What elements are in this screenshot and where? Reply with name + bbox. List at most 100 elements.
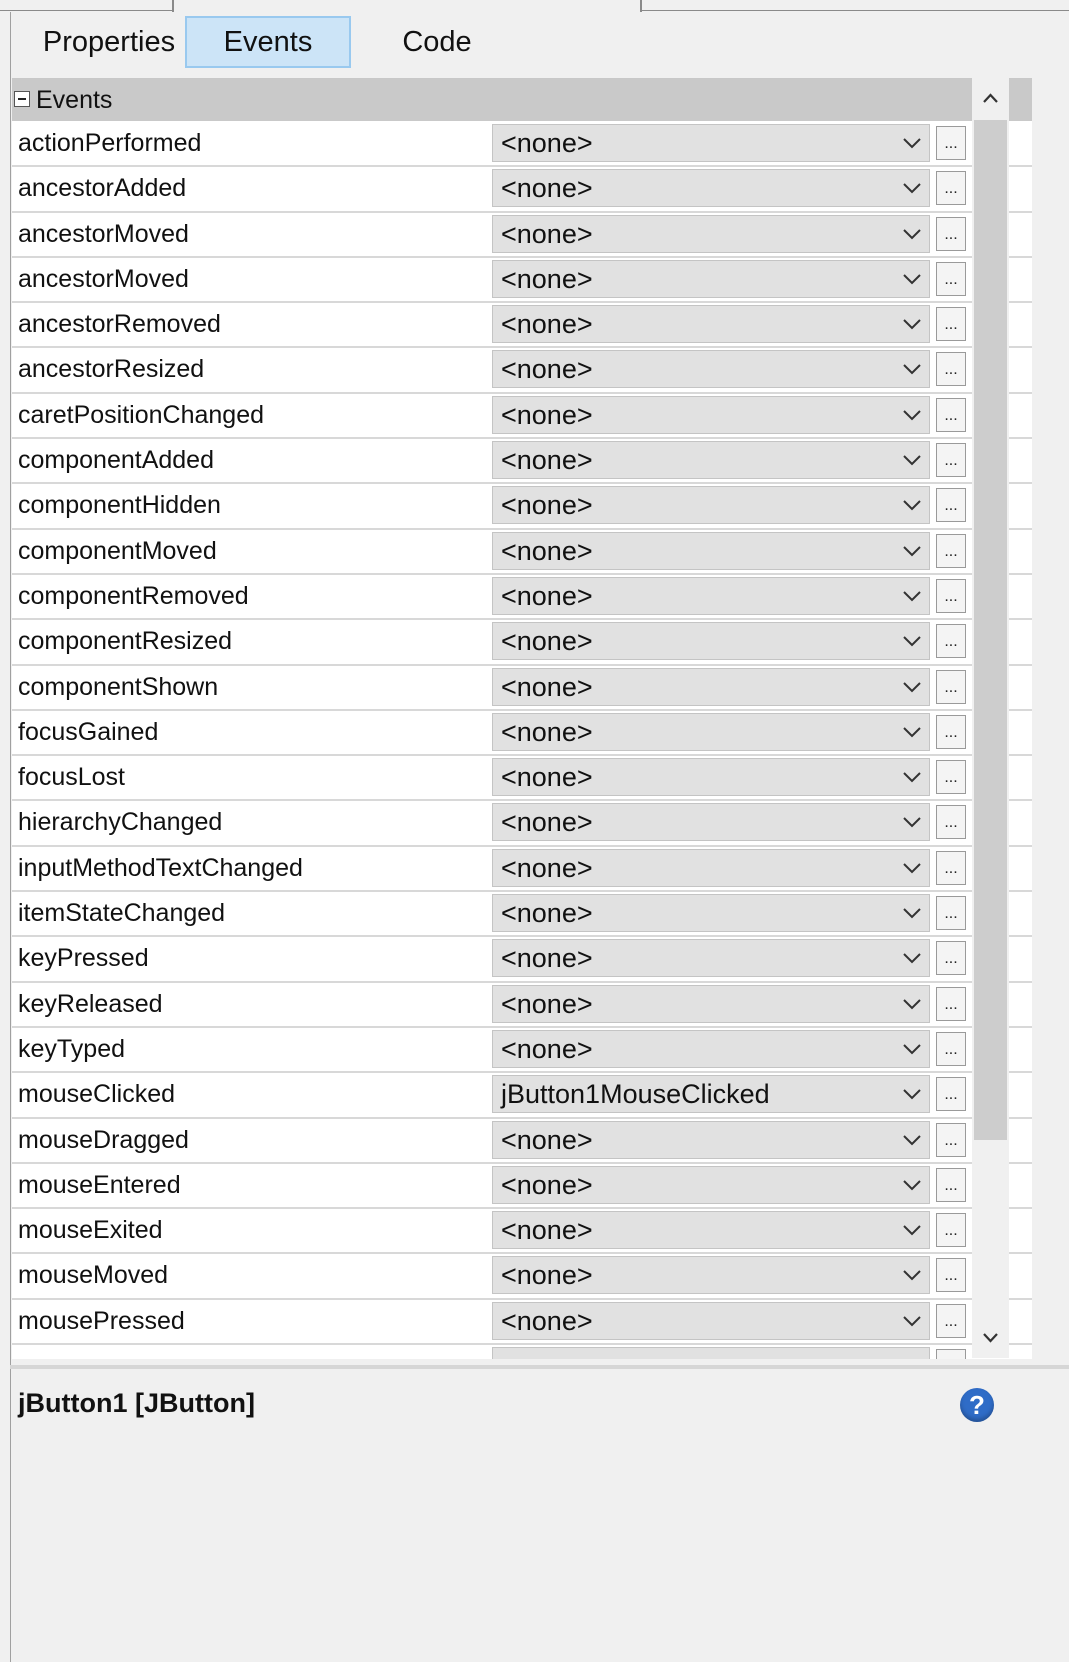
event-row[interactable]: componentMoved <none>... [12,529,1032,575]
handler-combo[interactable]: <none> [492,1301,930,1340]
tab-events[interactable]: Events [185,16,351,68]
ellipsis-button[interactable]: ... [936,397,966,432]
handler-combo[interactable]: <none> [492,124,930,162]
handler-combo[interactable]: <none> [492,1256,930,1295]
chevron-down-icon[interactable] [901,224,923,244]
chevron-down-icon[interactable] [901,1175,923,1195]
ellipsis-button[interactable]: ... [936,1031,966,1066]
handler-combo[interactable]: <none> [492,441,930,480]
ellipsis-button[interactable]: ... [936,126,966,160]
chevron-down-icon[interactable] [901,1039,923,1059]
ellipsis-button[interactable]: ... [936,896,966,931]
handler-combo[interactable]: <none> [492,758,930,797]
handler-combo[interactable]: <none> [492,531,930,570]
event-row[interactable]: mousePressed <none>... [12,1299,1032,1346]
event-row[interactable]: ancestorRemoved <none>... [12,303,1032,349]
chevron-down-icon[interactable] [901,994,923,1014]
handler-combo[interactable]: <none> [492,305,930,344]
event-row[interactable]: inputMethodTextChanged <none>... [12,846,1032,893]
chevron-down-icon[interactable] [901,495,923,515]
ellipsis-button[interactable]: ... [936,714,966,749]
ellipsis-button[interactable]: ... [936,760,966,795]
ellipsis-button[interactable]: ... [936,216,966,251]
ellipsis-button[interactable]: ... [936,669,966,704]
event-row[interactable]: mouseExited <none>... [12,1209,1032,1255]
chevron-down-icon[interactable] [901,314,923,334]
chevron-down-icon[interactable] [901,541,923,561]
scroll-up-button[interactable] [972,78,1009,118]
chevron-down-icon[interactable] [901,1084,923,1104]
handler-combo[interactable]: <none> [492,712,930,751]
event-row[interactable]: ancestorMoved <none>... [12,257,1032,304]
chevron-down-icon[interactable] [901,858,923,878]
ellipsis-button[interactable]: ... [936,578,966,613]
event-row[interactable]: focusLost <none>... [12,756,1032,802]
chevron-down-icon[interactable] [901,722,923,742]
handler-combo[interactable]: <none> [492,576,930,615]
handler-combo[interactable]: <none> [492,486,930,525]
ellipsis-button[interactable]: ... [936,533,966,568]
ellipsis-button[interactable]: ... [936,850,966,885]
event-row[interactable]: mouseClicked jButton1MouseClicked... [12,1073,1032,1119]
chevron-down-icon[interactable] [901,948,923,968]
ellipsis-button[interactable]: ... [936,624,966,659]
tab-properties[interactable]: Properties [24,16,194,68]
ellipsis-button[interactable]: ... [936,1077,966,1112]
event-row[interactable]: mouseEntered <none>... [12,1163,1032,1210]
chevron-down-icon[interactable] [901,269,923,289]
event-row[interactable]: ancestorResized <none>... [12,348,1032,394]
chevron-down-icon[interactable] [901,1311,923,1331]
chevron-down-icon[interactable] [901,812,923,832]
event-row[interactable]: ancestorMoved <none>... [12,212,1032,258]
event-row[interactable]: mouseDragged <none>... [12,1118,1032,1164]
ellipsis-button[interactable]: ... [936,171,966,206]
handler-combo[interactable]: <none> [492,259,930,298]
ellipsis-button[interactable]: ... [936,986,966,1021]
vertical-scrollbar[interactable] [972,78,1009,1358]
ellipsis-button[interactable]: ... [936,1213,966,1248]
event-row[interactable]: itemStateChanged <none>... [12,892,1032,938]
event-row[interactable]: keyReleased <none>... [12,982,1032,1028]
ellipsis-button[interactable]: ... [936,1303,966,1338]
event-row[interactable]: componentResized <none>... [12,620,1032,666]
handler-combo[interactable]: <none> [492,667,930,706]
chevron-down-icon[interactable] [901,767,923,787]
handler-combo[interactable]: <none> [492,939,930,978]
handler-combo[interactable]: <none> [492,803,930,842]
chevron-down-icon[interactable] [901,359,923,379]
chevron-down-icon[interactable] [901,133,923,153]
event-row[interactable]: hierarchyChanged <none>... [12,801,1032,847]
event-row[interactable]: componentAdded <none>... [12,439,1032,485]
handler-combo[interactable]: <none> [492,1029,930,1068]
ellipsis-button[interactable]: ... [936,261,966,296]
ellipsis-button[interactable]: ... [936,307,966,342]
chevron-down-icon[interactable] [901,1130,923,1150]
scroll-thumb[interactable] [974,120,1007,1140]
ellipsis-button[interactable]: ... [936,352,966,387]
handler-combo[interactable]: <none> [492,214,930,253]
chevron-down-icon[interactable] [901,178,923,198]
handler-combo[interactable]: <none> [492,984,930,1023]
chevron-down-icon[interactable] [901,631,923,651]
chevron-down-icon[interactable] [901,586,923,606]
ellipsis-button[interactable]: ... [936,443,966,478]
handler-combo[interactable]: <none> [492,350,930,389]
ellipsis-button[interactable]: ... [936,488,966,523]
help-icon[interactable]: ? [960,1388,994,1422]
handler-combo[interactable]: <none> [492,1165,930,1204]
handler-combo[interactable]: <none> [492,622,930,661]
scroll-down-button[interactable] [972,1318,1009,1358]
event-row[interactable]: mouseMoved <none>... [12,1254,1032,1300]
handler-combo[interactable]: <none> [492,894,930,933]
collapse-toggle-icon[interactable] [14,91,30,107]
event-row[interactable]: actionPerformed <none>... [12,122,1032,168]
tab-code[interactable]: Code [372,16,502,68]
event-row[interactable]: componentShown <none>... [12,665,1032,711]
event-row[interactable]: componentHidden <none>... [12,484,1032,530]
event-row[interactable]: keyTyped <none>... [12,1027,1032,1074]
chevron-down-icon[interactable] [901,677,923,697]
ellipsis-button[interactable]: ... [936,1258,966,1293]
event-row[interactable]: keyPressed <none>... [12,937,1032,983]
chevron-down-icon[interactable] [901,903,923,923]
ellipsis-button[interactable]: ... [936,805,966,840]
